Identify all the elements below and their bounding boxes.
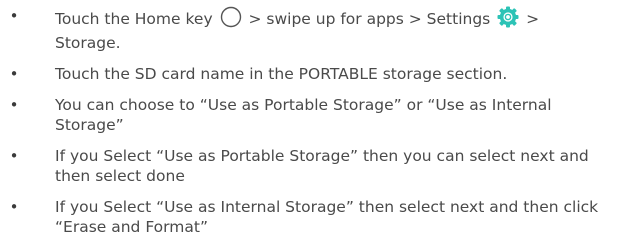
list-item: • You can choose to “Use as Portable Sto… bbox=[0, 95, 626, 135]
step-text: > bbox=[521, 10, 540, 28]
settings-gear-icon bbox=[497, 6, 519, 33]
step-text: If you Select “Use as Internal Storage” … bbox=[55, 198, 599, 236]
bullet: • bbox=[9, 198, 19, 216]
step-text: > swipe up for apps > Settings bbox=[243, 10, 496, 28]
step-text: Touch the SD card name in the PORTABLE s… bbox=[55, 65, 508, 83]
step-text: You can choose to “Use as Portable Stora… bbox=[55, 96, 552, 134]
bullet: • bbox=[9, 96, 19, 114]
list-item: • Touch the SD card name in the PORTABLE… bbox=[0, 64, 626, 84]
step-text: Touch the Home key bbox=[55, 10, 218, 28]
instruction-list: • Touch the Home key > swipe up for apps… bbox=[0, 6, 626, 237]
bullet: • bbox=[9, 65, 19, 83]
bullet: • bbox=[9, 7, 19, 25]
bullet: • bbox=[9, 147, 19, 165]
step-text: If you Select “Use as Portable Storage” … bbox=[55, 147, 589, 185]
list-item: • If you Select “Use as Internal Storage… bbox=[0, 197, 626, 237]
list-item: • If you Select “Use as Portable Storage… bbox=[0, 146, 626, 186]
home-circle-icon bbox=[220, 6, 242, 33]
list-item: • Touch the Home key > swipe up for apps… bbox=[0, 6, 626, 53]
step-text: Storage. bbox=[55, 34, 121, 52]
